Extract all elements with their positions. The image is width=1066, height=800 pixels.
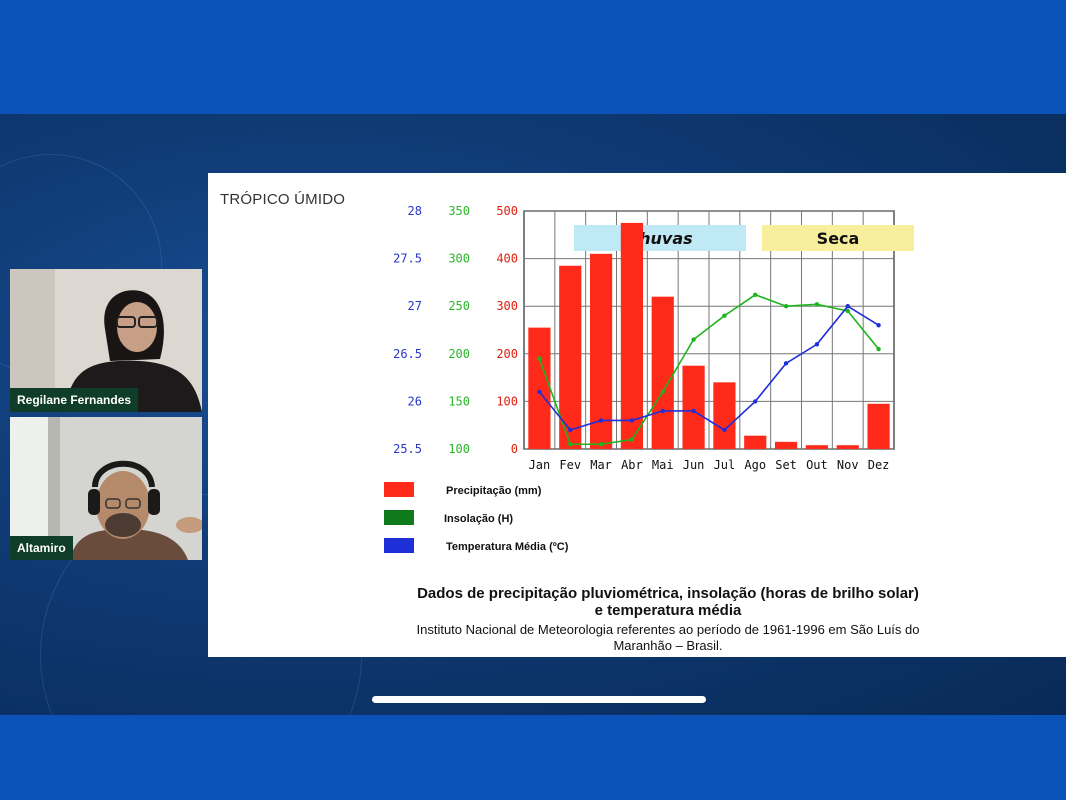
temperature-point [691,408,696,414]
insolation-point [537,356,542,361]
temperature-point [568,427,573,433]
insolation-point [629,437,635,442]
precipitation-bar [651,296,674,449]
climate-chart: Chuvas Seca2827.52726.52625.5350300250200… [384,204,914,553]
precipitation-bar [528,327,551,449]
temperature-tick-label: 26.5 [393,347,422,361]
caption-sub-line2: Maranhão – Brasil. [613,638,723,653]
season-label-seca: Seca [817,229,860,248]
precipitation-bar [867,403,890,449]
bottom-letterbox [0,715,1066,800]
temperature-point [783,361,789,366]
caption-title-line1: Dados de precipitação pluviométrica, ins… [417,585,919,602]
month-label: Mar [590,458,612,472]
temperature-point [876,323,881,328]
precipitation-tick-label: 200 [496,347,518,361]
precipitation-bar [744,435,767,449]
participant-name-label: Regilane Fernandes [10,388,139,412]
precipitation-tick-label: 100 [496,394,518,408]
insolation-tick-label: 250 [448,299,470,313]
precipitation-tick-label: 500 [496,204,518,218]
month-label: Dez [868,458,890,472]
temperature-point [722,427,727,433]
insolation-tick-label: 150 [448,394,470,408]
precipitation-tick-label: 0 [511,442,518,456]
legend-swatch [384,482,414,497]
precipitation-bar [836,445,859,449]
legend-label: Precipitação (mm) [446,485,542,497]
home-indicator-bar[interactable] [372,696,706,703]
precipitation-bar [774,441,798,449]
insolation-point [660,389,665,395]
temperature-tick-label: 28 [408,204,422,218]
insolation-point [722,313,727,318]
insolation-point [568,442,573,447]
insolation-point [753,292,758,297]
chart-caption-source: Instituto Nacional de Meteorologia refer… [358,622,978,654]
temperature-tick-label: 26 [408,394,422,408]
insolation-tick-label: 100 [448,442,470,456]
precipitation-tick-label: 400 [496,252,518,266]
insolation-tick-label: 300 [448,252,470,266]
precipitation-tick-label: 300 [496,299,518,313]
insolation-point [876,346,881,352]
month-label: Jan [529,458,551,472]
insolation-tick-label: 350 [448,204,470,218]
precipitation-bar [682,365,705,449]
month-label: Out [806,458,828,472]
precipitation-bar [805,445,829,449]
temperature-point [598,418,604,423]
temperature-point [845,304,850,309]
month-label: Jun [683,458,705,472]
precipitation-bar [713,382,736,449]
precipitation-bar [620,222,644,449]
temperature-tick-label: 27.5 [393,252,422,266]
insolation-point [814,302,820,307]
insolation-tick-label: 200 [448,347,470,361]
insolation-point [691,337,696,342]
month-label: Jul [714,458,736,472]
legend-label: Insolação (H) [444,513,513,525]
temperature-point [660,408,665,414]
month-label: Mai [652,458,674,472]
legend-swatch [384,538,414,553]
month-label: Ago [744,458,766,472]
temperature-point [814,342,820,347]
top-letterbox [0,0,1066,114]
month-label: Abr [621,458,643,472]
temperature-tick-label: 27 [408,299,422,313]
legend-label: Temperatura Média (ºC) [446,541,569,553]
caption-sub-line1: Instituto Nacional de Meteorologia refer… [416,622,920,637]
participant-video-tile[interactable]: Regilane Fernandes [10,269,202,412]
temperature-tick-label: 25.5 [393,442,422,456]
month-label: Set [775,458,797,472]
insolation-point [783,304,789,309]
participant-video-tile[interactable]: Altamiro [10,417,202,560]
temperature-point [753,399,758,404]
temperature-point [537,389,542,395]
legend-swatch [384,510,414,525]
month-label: Nov [837,458,859,472]
chart-caption-title: Dados de precipitação pluviométrica, ins… [358,585,978,619]
month-label: Fev [559,458,581,472]
shared-screen-slide: TRÓPICO ÚMIDO Chuvas Seca 28 27.5 27 26.5 26 25… [208,173,1066,657]
temperature-point [629,418,635,423]
caption-title-line2: e temperatura média [594,602,742,619]
participant-name-label: Altamiro [10,536,73,560]
insolation-point [598,442,604,447]
insolation-point [845,308,850,314]
